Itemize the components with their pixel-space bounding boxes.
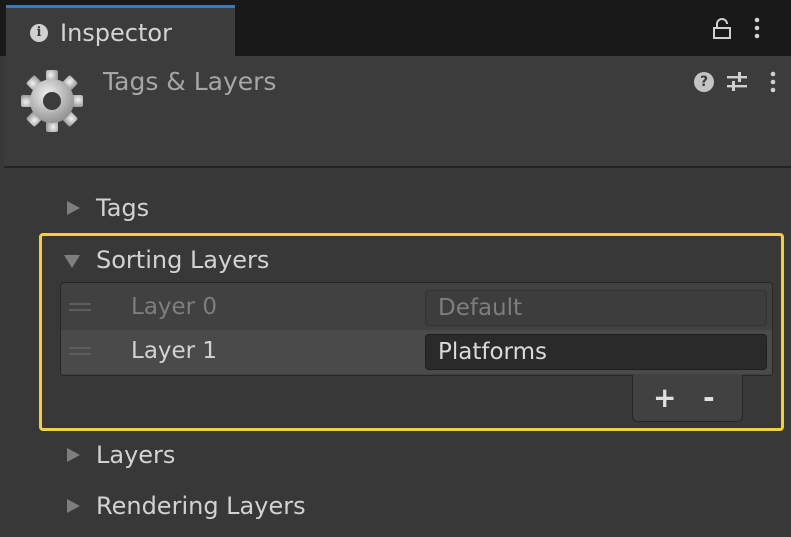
presets-icon[interactable] [725, 71, 749, 93]
list-footer: + - [632, 375, 743, 422]
chevron-right-icon [64, 445, 86, 465]
foldout-layers[interactable]: Layers [64, 440, 175, 470]
chevron-down-icon [64, 250, 86, 270]
kebab-menu-icon[interactable] [752, 16, 762, 40]
chevron-right-icon [64, 496, 86, 516]
foldout-rendering-layers[interactable]: Rendering Layers [64, 491, 306, 521]
layer-name-field: Default [425, 290, 767, 326]
list-item[interactable]: Layer 1 Platforms [61, 330, 772, 374]
sorting-layers-list: Layer 0 Default Layer 1 Platforms [60, 282, 773, 376]
chevron-right-icon [64, 198, 86, 218]
layer-label: Layer 0 [131, 294, 218, 320]
layer-label: Layer 1 [131, 338, 218, 364]
foldout-label: Tags [96, 194, 150, 222]
inspector-header: Tags & Layers ? [4, 56, 791, 168]
add-button[interactable]: + [653, 381, 676, 414]
list-item[interactable]: Layer 0 Default [61, 286, 772, 330]
gear-icon [21, 70, 83, 132]
foldout-sorting-layers[interactable]: Sorting Layers [64, 245, 269, 275]
header-title: Tags & Layers [103, 67, 277, 96]
tab-inspector[interactable]: i Inspector [6, 5, 235, 56]
foldout-label: Layers [96, 441, 176, 469]
info-icon: i [30, 24, 48, 42]
remove-button[interactable]: - [703, 381, 715, 414]
drag-handle-icon[interactable] [69, 303, 91, 312]
foldout-label: Sorting Layers [96, 246, 270, 274]
tab-bar: i Inspector [0, 0, 791, 56]
drag-handle-icon[interactable] [69, 347, 91, 356]
layer-name-field[interactable]: Platforms [425, 334, 767, 370]
help-icon[interactable]: ? [694, 72, 714, 92]
kebab-menu-icon[interactable] [768, 70, 778, 94]
foldout-tags[interactable]: Tags [64, 193, 149, 223]
tab-label: Inspector [60, 19, 172, 47]
lock-icon[interactable] [712, 18, 732, 40]
foldout-label: Rendering Layers [96, 492, 306, 520]
